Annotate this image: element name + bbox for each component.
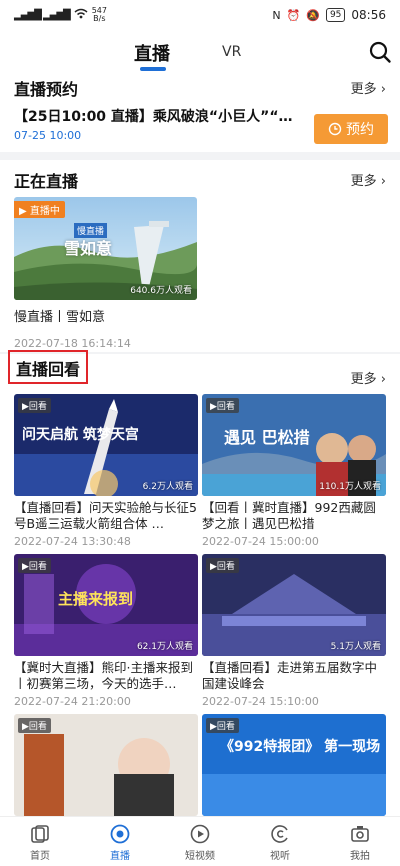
live-thumbnail[interactable]: ▶ 直播中 慢直播 雪如意 640.6万人观看 xyxy=(14,197,197,300)
replay-thumbnail: ▶回看 《992特报团》 第一现场 xyxy=(202,714,386,816)
replay-card[interactable]: ▶回看 5.1万人观看 【直播回看】走进第五届数字中国建设峰会 2022-07-… xyxy=(202,554,386,708)
network-speed: 547 B/s xyxy=(91,6,107,23)
bottom-tab-bar: 首页 直播 短视频 视听 我拍 xyxy=(0,816,400,866)
tab-live[interactable]: 直播 xyxy=(134,40,170,66)
chevron-right-icon: › xyxy=(380,174,386,189)
replay-date: 2022-07-24 15:00:00 xyxy=(202,535,319,548)
listen-icon xyxy=(271,825,288,843)
replay-thumbnail: ▶回看 主播来报到 62.1万人观看 xyxy=(14,554,198,656)
tab-camera[interactable]: 我拍 xyxy=(320,817,400,866)
replay-thumbnail: ▶回看 5.1万人观看 xyxy=(202,554,386,656)
alarm-icon: ⏰ xyxy=(286,8,301,22)
live-caption[interactable]: 慢直播丨雪如意 xyxy=(14,306,105,325)
nfc-icon: N xyxy=(272,8,281,22)
replay-more-link[interactable]: 更多 › xyxy=(351,368,386,387)
thumb-title: 雪如意 xyxy=(64,239,113,258)
live-date: 2022-07-18 16:14:14 xyxy=(14,337,131,350)
thumb-title: 问天启航 筑梦天宫 xyxy=(22,427,139,443)
top-navigation: 直播 VR xyxy=(0,30,400,76)
replay-card[interactable]: ▶回看 《992特报团》 第一现场 xyxy=(202,714,386,816)
view-count: 110.1万人观看 xyxy=(319,482,381,492)
play-icon xyxy=(190,824,210,844)
tab-live-bottom[interactable]: 直播 xyxy=(80,817,160,866)
tab-home[interactable]: 首页 xyxy=(0,817,80,866)
home-icon xyxy=(31,825,49,843)
replay-tag: ▶回看 xyxy=(206,718,239,733)
replay-thumbnail: ▶回看 问天启航 筑梦天宫 6.2万人观看 xyxy=(14,394,198,496)
thumb-title: 主播来报到 xyxy=(58,590,134,608)
tab-listen[interactable]: 视听 xyxy=(240,817,320,866)
replay-section: 直播回看 更多 › ▶回看 问天启航 筑梦天宫 6.2万人观看 【直播回看】问天… xyxy=(0,350,400,816)
replay-caption: 【直播回看】走进第五届数字中国建设峰会 xyxy=(202,660,378,691)
clock: 08:56 xyxy=(351,8,386,22)
replay-thumbnail: ▶回看 遇见 巴松措 110.1万人观看 xyxy=(202,394,386,496)
booking-item-date: 07-25 10:00 xyxy=(14,129,82,142)
replay-tag: ▶回看 xyxy=(206,398,239,413)
view-count: 6.2万人观看 xyxy=(142,482,193,492)
chevron-right-icon: › xyxy=(380,82,386,97)
replay-date: 2022-07-24 15:10:00 xyxy=(202,695,319,708)
replay-title-highlight: 直播回看 xyxy=(8,350,89,384)
replay-section-title: 直播回看 xyxy=(16,360,81,379)
clock-icon xyxy=(328,122,342,136)
section-divider xyxy=(0,152,400,160)
booking-item-title[interactable]: 【25日10:00 直播】乘风破浪“小巨人”“河北… xyxy=(14,106,302,126)
booking-section: 直播预约 更多 › 【25日10:00 直播】乘风破浪“小巨人”“河北… 07-… xyxy=(0,76,400,152)
replay-caption: 【回看丨冀时直播】992西藏圆梦之旅丨遇见巴松措 xyxy=(202,500,376,531)
replay-thumbnail: ▶回看 xyxy=(14,714,198,816)
tab-vr[interactable]: VR xyxy=(222,44,241,60)
replay-card[interactable]: ▶回看 遇见 巴松措 110.1万人观看 【回看丨冀时直播】992西藏圆梦之旅丨… xyxy=(202,394,386,548)
replay-tag: ▶回看 xyxy=(18,718,51,733)
booking-section-title: 直播预约 xyxy=(14,80,79,99)
signal-icon: ▂▄▆█ ▂▄▆█ xyxy=(14,9,71,21)
now-live-section-title: 正在直播 xyxy=(14,172,79,191)
view-count: 62.1万人观看 xyxy=(136,642,193,652)
replay-tag: ▶回看 xyxy=(206,558,239,573)
replay-card[interactable]: ▶回看 问天启航 筑梦天宫 6.2万人观看 【直播回看】问天实验舱与长征5号B遥… xyxy=(14,394,198,548)
replay-tag: ▶回看 xyxy=(18,558,51,573)
chevron-right-icon: › xyxy=(380,372,386,387)
active-tab-indicator xyxy=(140,67,166,71)
view-count: 640.6万人观看 xyxy=(130,286,192,296)
now-live-more-link[interactable]: 更多 › xyxy=(351,170,386,189)
replay-date: 2022-07-24 13:30:48 xyxy=(14,535,131,548)
booking-more-link[interactable]: 更多 › xyxy=(351,78,386,97)
live-badge: ▶ 直播中 xyxy=(14,201,65,218)
view-count: 5.1万人观看 xyxy=(330,642,381,652)
battery-indicator: 95 xyxy=(325,8,346,22)
replay-card[interactable]: ▶回看 xyxy=(14,714,198,816)
status-bar: ▂▄▆█ ▂▄▆█ 547 B/s N ⏰ 🔕 95 08:56 xyxy=(0,0,400,30)
tab-short-video[interactable]: 短视频 xyxy=(160,817,240,866)
replay-caption: 【直播回看】问天实验舱与长征5号B遥三运载火箭组合体 … xyxy=(14,500,197,531)
live-icon xyxy=(110,824,130,844)
wifi-icon xyxy=(74,8,88,22)
replay-card[interactable]: ▶回看 主播来报到 62.1万人观看 【冀时大直播】熊印·主播来报到丨初赛第三场… xyxy=(14,554,198,708)
thumb-title: 《992特报团》 第一现场 xyxy=(220,739,381,755)
now-live-section: 正在直播 更多 › ▶ 直播中 慢直播 雪如意 640.6万人观看 慢直播丨雪如… xyxy=(0,160,400,350)
mute-icon: 🔕 xyxy=(306,8,320,22)
camera-icon xyxy=(351,826,369,842)
replay-tag: ▶回看 xyxy=(18,398,51,413)
search-icon[interactable] xyxy=(368,40,392,64)
replay-date: 2022-07-24 21:20:00 xyxy=(14,695,131,708)
reserve-button[interactable]: 预约 xyxy=(314,114,388,144)
thumb-title: 遇见 巴松措 xyxy=(224,428,310,447)
replay-caption: 【冀时大直播】熊印·主播来报到丨初赛第三场，今天的选手… xyxy=(14,660,193,691)
